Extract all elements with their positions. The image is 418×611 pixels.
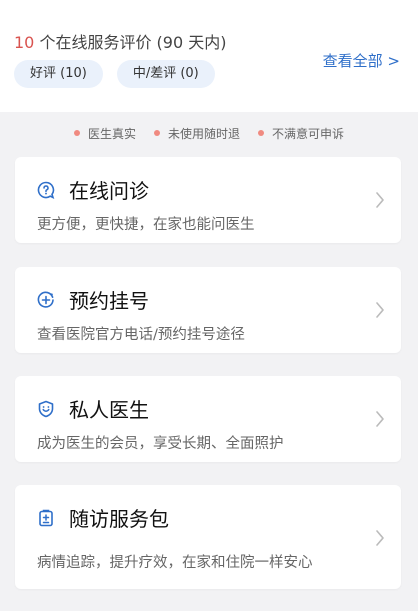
view-all-link[interactable]: 查看全部 > [323, 50, 400, 71]
review-filter-chips: 好评 (10) 中/差评 (0) [14, 60, 215, 88]
guarantee-item: 医生真实 [73, 122, 136, 144]
card-description: 查看医院官方电话/预约挂号途径 [37, 327, 245, 343]
chat-question-icon [37, 181, 55, 199]
card-title: 预约挂号 [69, 289, 149, 313]
card-description: 更方便，更快捷，在家也能问医生 [37, 217, 255, 233]
service-card-private-doctor[interactable]: 私人医生 成为医生的会员，享受长期、全面照护 [15, 376, 401, 462]
card-description: 病情追踪，提升疗效，在家和住院一样安心 [37, 555, 313, 571]
guarantee-text: 医生真实 [87, 126, 136, 141]
card-title: 随访服务包 [69, 507, 169, 531]
card-title-row: 预约挂号 [37, 285, 149, 314]
chip-neutral-negative-reviews[interactable]: 中/差评 (0) [116, 60, 215, 88]
guarantee-strip: 医生真实 未使用随时退 不满意可申诉 [0, 122, 418, 144]
bullet-dot-icon [153, 130, 160, 136]
card-title-row: 私人医生 [37, 394, 149, 423]
bullet-dot-icon [258, 130, 264, 136]
reviews-section: 10 个在线服务评价 (90 天内) 查看全部 > 好评 (10) 中/差评 (… [0, 0, 418, 112]
guarantee-text: 不满意可申诉 [272, 126, 345, 141]
guarantee-item: 不满意可申诉 [258, 122, 344, 144]
doctor-shield-icon [37, 400, 55, 418]
reviews-title: 10 个在线服务评价 (90 天内) [14, 29, 226, 53]
guarantee-text: 未使用随时退 [167, 126, 240, 141]
card-description: 成为医生的会员，享受长期、全面照护 [37, 436, 284, 452]
service-card-appointment[interactable]: 预约挂号 查看医院官方电话/预约挂号途径 [15, 267, 401, 353]
chevron-right-icon [376, 192, 384, 208]
chevron-right-icon [376, 302, 384, 318]
service-card-online-consultation[interactable]: 在线问诊 更方便，更快捷，在家也能问医生 [15, 157, 401, 243]
card-title: 私人医生 [69, 398, 149, 422]
chevron-right-icon [376, 411, 384, 427]
reviews-title-text: 个在线服务评价 (90 天内) [34, 33, 227, 52]
card-title: 在线问诊 [69, 179, 149, 203]
chip-positive-reviews[interactable]: 好评 (10) [14, 60, 103, 88]
clipboard-icon [37, 509, 55, 527]
plus-circle-icon [37, 291, 55, 309]
card-title-row: 随访服务包 [37, 503, 169, 532]
chevron-right-icon [376, 530, 384, 546]
reviews-count: 10 [14, 33, 35, 52]
guarantee-item: 未使用随时退 [153, 122, 240, 144]
card-title-row: 在线问诊 [37, 175, 149, 204]
bullet-dot-icon [73, 130, 80, 136]
service-card-follow-up-package[interactable]: 随访服务包 病情追踪，提升疗效，在家和住院一样安心 [15, 485, 401, 589]
